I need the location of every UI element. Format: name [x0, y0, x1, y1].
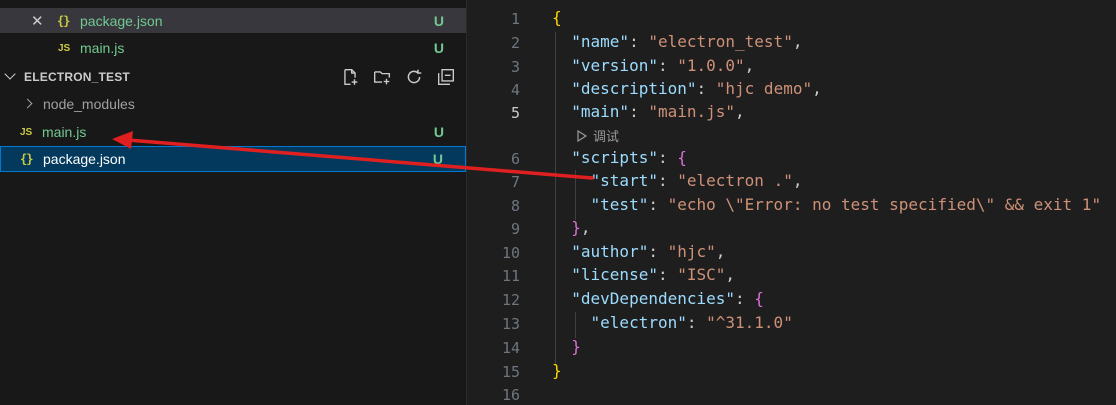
- explorer-sidebar: ✕ {} package.json U JS main.js U ELECTRO…: [0, 0, 467, 405]
- git-status-badge: U: [433, 12, 444, 29]
- code-line-5: "main": "main.js",: [571, 102, 745, 121]
- line-number: 11: [501, 267, 520, 285]
- open-editor-label: main.js: [80, 40, 125, 56]
- line-number: 13: [501, 315, 520, 333]
- line-number: 7: [510, 173, 520, 191]
- code-line-1: {: [552, 8, 562, 27]
- line-number: 12: [501, 291, 520, 309]
- open-editor-item-package-json[interactable]: ✕ {} package.json U: [0, 8, 466, 33]
- line-number: 4: [510, 81, 520, 99]
- explorer-item-package-json[interactable]: {} package.json U: [0, 146, 466, 172]
- code-line-2: "name": "electron_test",: [571, 32, 803, 51]
- line-number: 6: [510, 150, 520, 168]
- line-number: 3: [510, 58, 520, 76]
- open-editor-label: package.json: [80, 12, 163, 29]
- chevron-down-icon: [4, 68, 16, 80]
- code-line-11: "license": "ISC",: [571, 265, 736, 284]
- line-number: 10: [501, 244, 520, 262]
- explorer-section-header[interactable]: ELECTRON_TEST: [0, 64, 466, 90]
- chevron-right-icon: [22, 98, 33, 109]
- line-number: 2: [510, 34, 520, 52]
- explorer-item-node-modules[interactable]: node_modules: [0, 92, 466, 116]
- code-line-8: "test": "echo \"Error: no test specified…: [590, 195, 1102, 214]
- line-number: 16: [501, 386, 520, 404]
- code-line-12: "devDependencies": {: [571, 289, 764, 308]
- line-number: 1: [510, 10, 520, 28]
- file-label: package.json: [43, 151, 126, 167]
- json-file-icon: {}: [57, 13, 70, 28]
- code-line-7: "start": "electron .",: [590, 171, 803, 190]
- code-line-6: "scripts": {: [571, 148, 687, 167]
- code-line-4: "description": "hjc demo",: [571, 79, 822, 98]
- play-icon: [577, 129, 588, 142]
- code-line-15: }: [552, 361, 562, 380]
- git-status-badge: U: [433, 124, 444, 140]
- js-file-icon: JS: [58, 42, 71, 54]
- open-editor-item-main-js[interactable]: JS main.js U: [0, 36, 466, 60]
- line-number: 14: [501, 339, 520, 357]
- code-editor[interactable]: 1 2 3 4 5 6 7 8 9 10 11 12 13 14 15 16 {…: [468, 0, 1116, 405]
- section-title: ELECTRON_TEST: [24, 70, 130, 84]
- file-label: main.js: [42, 124, 87, 140]
- code-line-3: "version": "1.0.0",: [571, 56, 755, 75]
- git-status-badge: U: [433, 40, 444, 56]
- git-status-badge: U: [432, 151, 443, 167]
- code-line-14: }: [571, 337, 581, 356]
- code-line-10: "author": "hjc",: [571, 242, 726, 261]
- code-line-13: "electron": "^31.1.0": [590, 313, 793, 332]
- collapse-all-icon[interactable]: [436, 67, 456, 87]
- js-file-icon: JS: [20, 126, 33, 138]
- line-number-active: 5: [510, 104, 520, 122]
- close-icon[interactable]: ✕: [31, 12, 44, 30]
- folder-label: node_modules: [43, 96, 135, 112]
- explorer-item-main-js[interactable]: JS main.js U: [0, 120, 466, 144]
- new-folder-icon[interactable]: [372, 67, 392, 87]
- new-file-icon[interactable]: [340, 67, 360, 87]
- code-line-9: },: [571, 218, 591, 237]
- line-number: 9: [510, 220, 520, 238]
- codelens-label: 调试: [593, 129, 620, 144]
- line-number: 15: [501, 363, 520, 381]
- line-number: 8: [510, 197, 520, 215]
- json-file-icon: {}: [20, 152, 33, 166]
- explorer-toolbar: [340, 67, 456, 87]
- debug-codelens[interactable]: 调试: [576, 126, 619, 145]
- refresh-icon[interactable]: [404, 67, 424, 87]
